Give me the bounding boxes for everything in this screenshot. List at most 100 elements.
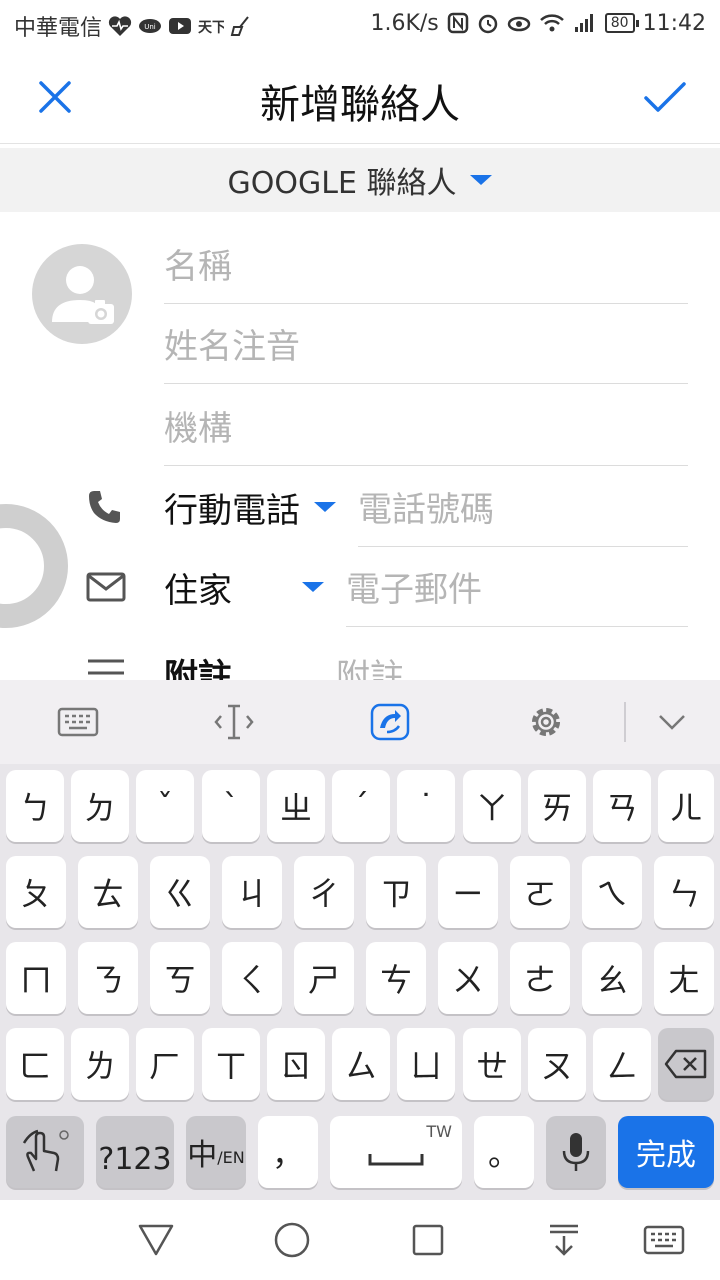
voice-input-button[interactable] [546,1116,606,1188]
status-bar: 中華電信 Uni 天下 1.6K/s 80 11:42 [0,0,720,50]
hide-keyboard-button[interactable] [648,698,696,746]
hand-gesture-icon [22,1129,69,1172]
key[interactable]: ㄘ [366,942,426,1014]
period-key[interactable]: 。 [474,1116,534,1188]
organization-field[interactable]: 機構 [164,386,688,466]
key[interactable]: ㄐ [222,856,282,928]
nfc-icon [447,10,469,36]
gear-icon [532,708,560,736]
key[interactable]: ㄦ [658,770,714,842]
keyboard-picker-button[interactable] [642,1218,686,1262]
done-button[interactable]: 完成 [618,1116,714,1188]
email-field[interactable]: 電子郵件 [346,547,688,627]
key[interactable]: ㄑ [222,942,282,1014]
home-button[interactable] [270,1218,314,1262]
backspace-button[interactable] [658,1028,714,1100]
status-left: 中華電信 Uni 天下 [14,10,252,42]
navigation-bar [0,1200,720,1280]
key[interactable]: ㄅ [6,770,64,842]
save-button[interactable] [640,72,690,122]
lang-main-label: 中 [187,1138,218,1173]
account-selector[interactable]: GOOGLE 聯絡人 [0,148,720,212]
app-bar: 新增聯絡人 [0,50,720,144]
symbols-button[interactable]: ?123 [96,1116,174,1188]
signal-icon [573,10,597,36]
phonetic-name-field[interactable]: 姓名注音 [164,304,688,384]
keyboard-toolbar [0,680,720,764]
handwriting-button[interactable] [366,698,414,746]
youtube-icon [168,13,192,39]
key[interactable]: ㄣ [654,856,714,928]
lang-sub-label: /EN [217,1147,245,1167]
key[interactable]: ㄔ [294,856,354,928]
key[interactable]: ㄙ [332,1028,390,1100]
handwriting-icon [370,703,410,741]
language-switch-button[interactable]: 中/EN [186,1116,246,1188]
eye-icon [507,10,531,36]
contact-form: 名稱 姓名注音 機構 行動電話 電話號碼 住家 電子郵件 附註 附註 [0,212,720,680]
phone-type-label: 行動電話 [164,490,300,531]
home-circle-icon [274,1222,310,1258]
key[interactable]: ㄈ [6,1028,64,1100]
keyboard-layout-button[interactable] [54,698,102,746]
key[interactable]: ㄡ [528,1028,586,1100]
keyboard-icon [57,707,99,737]
key[interactable]: ㄏ [136,1028,194,1100]
key[interactable]: ㄍ [150,856,210,928]
key[interactable]: ㄨ [438,942,498,1014]
key[interactable]: ㄧ [438,856,498,928]
add-photo-icon [52,266,114,324]
key[interactable]: ㄝ [463,1028,521,1100]
key[interactable]: ㄓ [267,770,325,842]
key[interactable]: ㄤ [654,942,714,1014]
recents-button[interactable] [406,1218,450,1262]
keyboard-icon [643,1225,685,1255]
comma-key[interactable]: ， [258,1116,318,1188]
back-button[interactable] [134,1218,178,1262]
note-field[interactable]: 附註 [336,633,688,681]
key[interactable]: ˋ [202,770,260,842]
key[interactable]: ㄎ [150,942,210,1014]
key[interactable]: ㄋ [78,942,138,1014]
key[interactable]: ㄕ [294,942,354,1014]
key[interactable]: ㄠ [582,942,642,1014]
recents-square-icon [412,1224,444,1256]
phone-type-dropdown[interactable]: 行動電話 [164,483,336,532]
carrier-label: 中華電信 [14,16,103,41]
key[interactable]: ˊ [332,770,390,842]
notification-pull-button[interactable] [542,1218,586,1262]
key[interactable]: ㄉ [71,770,129,842]
key[interactable]: ㄛ [510,856,570,928]
key[interactable]: ㄊ [78,856,138,928]
key[interactable]: ㄆ [6,856,66,928]
svg-text:天下: 天下 [198,20,224,36]
key[interactable]: ㄖ [267,1028,325,1100]
phone-number-field[interactable]: 電話號碼 [358,467,688,547]
battery-indicator: 80 [604,13,639,33]
key[interactable]: ㄚ [463,770,521,842]
key[interactable]: ㄌ [71,1028,129,1100]
key[interactable]: ˙ [397,770,455,842]
key[interactable]: ㄒ [202,1028,260,1100]
app-icon: Uni [138,13,162,39]
cursor-control-button[interactable] [210,698,258,746]
key[interactable]: ㄢ [593,770,651,842]
check-icon [644,82,686,112]
keyboard-settings-button[interactable] [522,698,570,746]
key[interactable]: ㄇ [6,942,66,1014]
key[interactable]: ㄩ [397,1028,455,1100]
key[interactable]: ㄟ [582,856,642,928]
net-speed-label: 1.6K/s [370,10,439,36]
email-type-dropdown[interactable]: 住家 [164,563,324,612]
handwriting-mode-button[interactable] [6,1116,84,1188]
key[interactable]: ㄗ [366,856,426,928]
email-row: 住家 電子郵件 [0,546,688,628]
name-field[interactable]: 名稱 [164,224,688,304]
key[interactable]: ㄥ [593,1028,651,1100]
weather-icon: 天下 [198,13,224,39]
space-key[interactable]: TW [330,1116,462,1188]
key[interactable]: ㄞ [528,770,586,842]
add-photo-button[interactable] [32,244,132,344]
key[interactable]: ㄜ [510,942,570,1014]
key[interactable]: ˇ [136,770,194,842]
